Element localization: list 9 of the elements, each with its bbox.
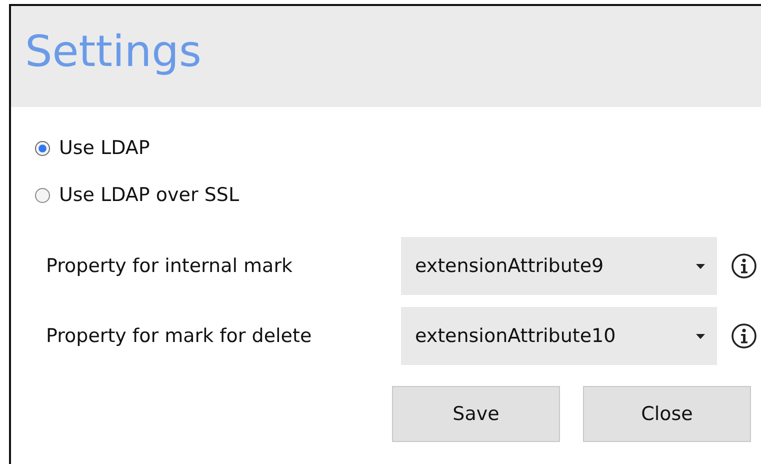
window-title: Settings (25, 26, 202, 76)
dialog-button[interactable]: Save (392, 386, 560, 442)
radio-label[interactable]: Use LDAP over SSL (59, 184, 240, 206)
dropdown[interactable]: extensionAttribute9 (401, 237, 717, 295)
field-label: Property for mark for delete (46, 325, 313, 347)
dropdown[interactable]: extensionAttribute10 (401, 307, 717, 365)
dialog-button[interactable]: Close (583, 386, 751, 442)
field-label: Property for internal mark (46, 255, 294, 277)
radio-label[interactable]: Use LDAP (59, 137, 150, 159)
